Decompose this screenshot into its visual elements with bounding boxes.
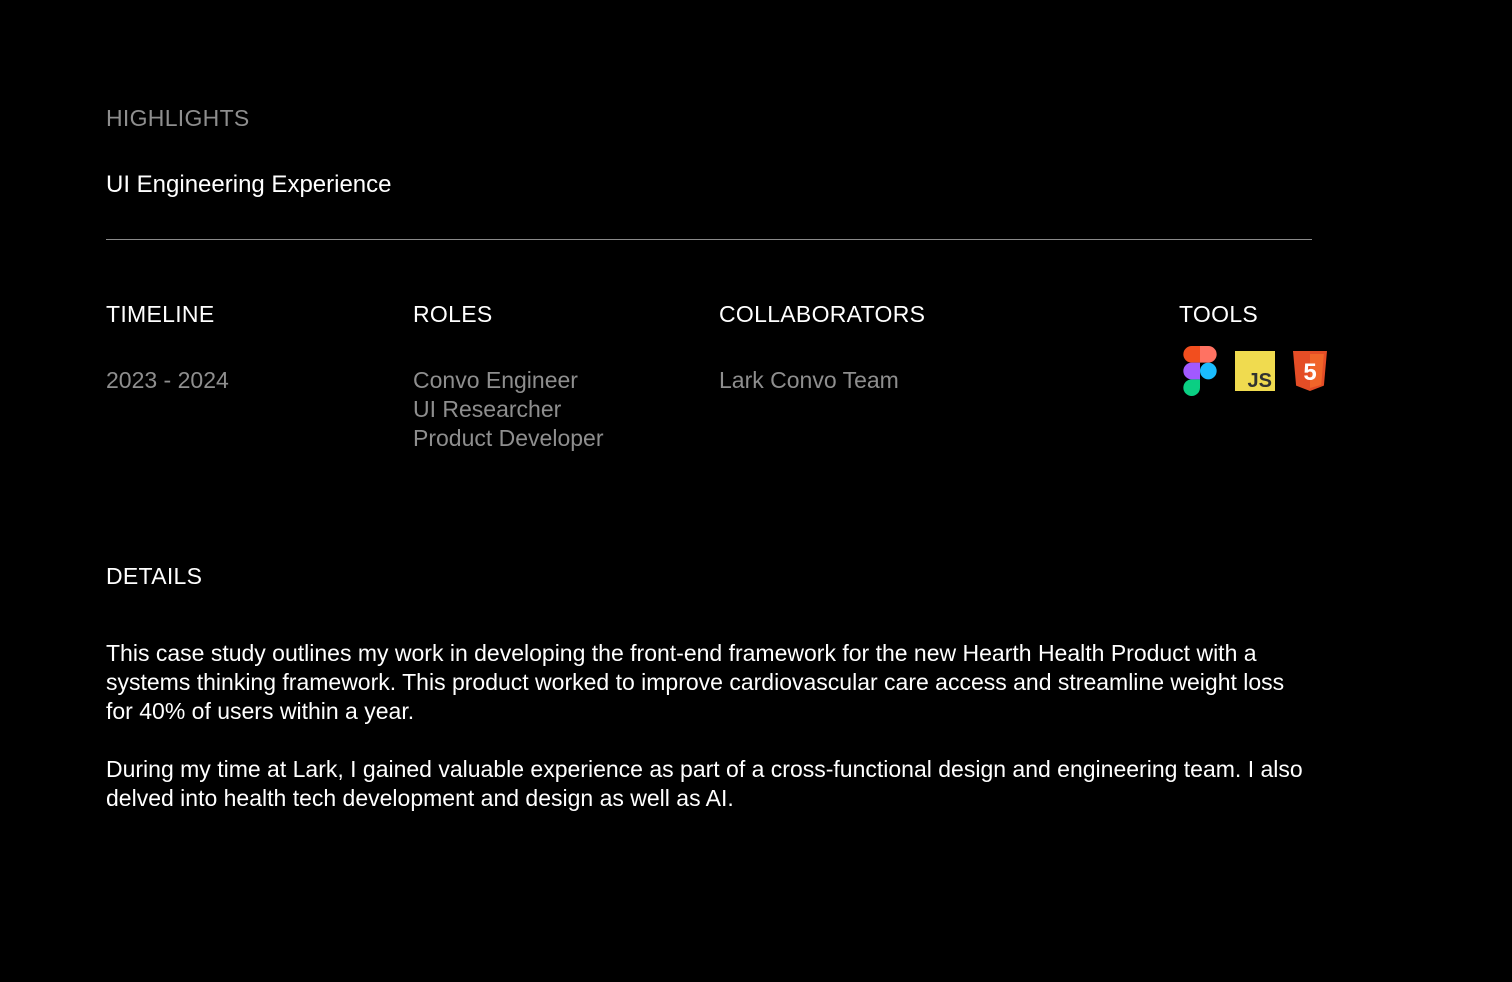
collaborators-value: Lark Convo Team <box>719 367 899 393</box>
details-paragraph: During my time at Lark, I gained valuabl… <box>106 756 1303 811</box>
roles-list: Convo Engineer UI Researcher Product Dev… <box>413 366 604 453</box>
tools-icons: JS 5 <box>1179 346 1327 396</box>
collaborators-heading: COLLABORATORS <box>719 301 926 327</box>
timeline-heading: TIMELINE <box>106 301 215 327</box>
figma-icon <box>1183 346 1217 396</box>
timeline-value: 2023 - 2024 <box>106 367 229 393</box>
html5-label: 5 <box>1303 359 1316 386</box>
details-heading: DETAILS <box>106 563 203 589</box>
javascript-label: JS <box>1248 370 1272 391</box>
role-item: Product Developer <box>413 425 604 451</box>
role-item: UI Researcher <box>413 396 562 422</box>
section-eyebrow: HIGHLIGHTS <box>106 105 250 131</box>
role-item: Convo Engineer <box>413 367 578 393</box>
tools-heading: TOOLS <box>1179 301 1259 327</box>
html5-icon: 5 <box>1293 351 1327 391</box>
page-title: UI Engineering Experience <box>106 171 392 198</box>
javascript-icon: JS <box>1235 351 1275 391</box>
divider <box>106 239 1312 240</box>
details-paragraph: This case study outlines my work in deve… <box>106 640 1285 724</box>
roles-heading: ROLES <box>413 301 493 327</box>
